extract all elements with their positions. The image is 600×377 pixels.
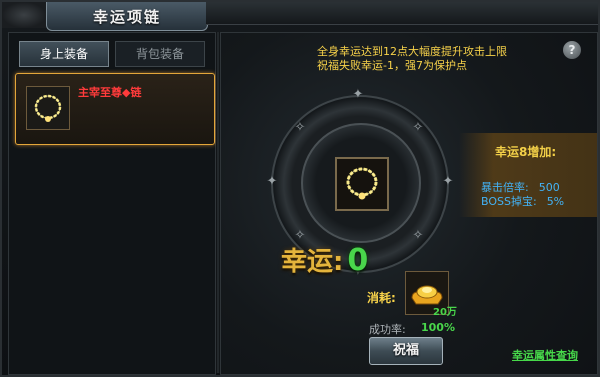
luck-bonus-panel: 幸运8增加: 暴击倍率: 500 BOSS掉宝: 5% (459, 133, 597, 217)
top-bar (206, 2, 598, 25)
bonus-row-boss-drop: BOSS掉宝: 5% (481, 193, 564, 209)
bonus-row-label: BOSS掉宝: (481, 195, 537, 208)
tab-bag-equipment[interactable]: 背包装备 (115, 41, 205, 67)
game-window: 幸运项链 身上装备 背包装备 主宰至尊◆链 全身幸运达到12点大幅度提升攻击上限… (0, 0, 600, 377)
success-rate-label: 成功率: (369, 323, 406, 336)
equipment-tabs: 身上装备 背包装备 (19, 41, 205, 67)
cost-amount: 20万 (433, 307, 457, 318)
equipment-list-item[interactable]: 主宰至尊◆链 (15, 73, 215, 145)
necklace-icon (26, 86, 70, 130)
luck-label: 幸运: (281, 247, 344, 277)
cost-label: 消耗: (367, 291, 396, 305)
bless-button[interactable]: 祝福 (369, 337, 443, 365)
spike-top-icon: ✦ (352, 87, 364, 102)
spike-topleft-icon: ✧ (294, 120, 306, 135)
window-title: 幸运项链 (46, 2, 208, 31)
spike-topright-icon: ✧ (412, 120, 424, 135)
luck-attribute-query-link[interactable]: 幸运属性查询 (512, 347, 578, 363)
dragon-ornament-icon (2, 2, 46, 28)
luck-display: 幸运: 0 (281, 241, 368, 278)
info-line-2: 祝福失败幸运-1，强7为保护点 (317, 59, 467, 72)
necklace-icon (346, 167, 378, 200)
spike-right-icon: ✦ (442, 174, 454, 189)
target-item-slot[interactable] (335, 157, 389, 211)
equipment-list-panel: 身上装备 背包装备 主宰至尊◆链 (8, 32, 216, 375)
enhance-panel: 全身幸运达到12点大幅度提升攻击上限 祝福失败幸运-1，强7为保护点 ? ✦ ✦… (220, 32, 598, 375)
help-icon[interactable]: ? (563, 41, 581, 59)
success-rate-value: 100% (421, 321, 455, 334)
spike-bottomright-icon: ✧ (412, 228, 424, 243)
spike-left-icon: ✦ (266, 174, 278, 189)
tab-worn-equipment[interactable]: 身上装备 (19, 41, 109, 67)
luck-value: 0 (347, 243, 369, 278)
equipment-name: 主宰至尊◆链 (78, 86, 142, 99)
bonus-title: 幸运8增加: (495, 145, 557, 159)
bonus-row-value: 5% (546, 195, 565, 208)
